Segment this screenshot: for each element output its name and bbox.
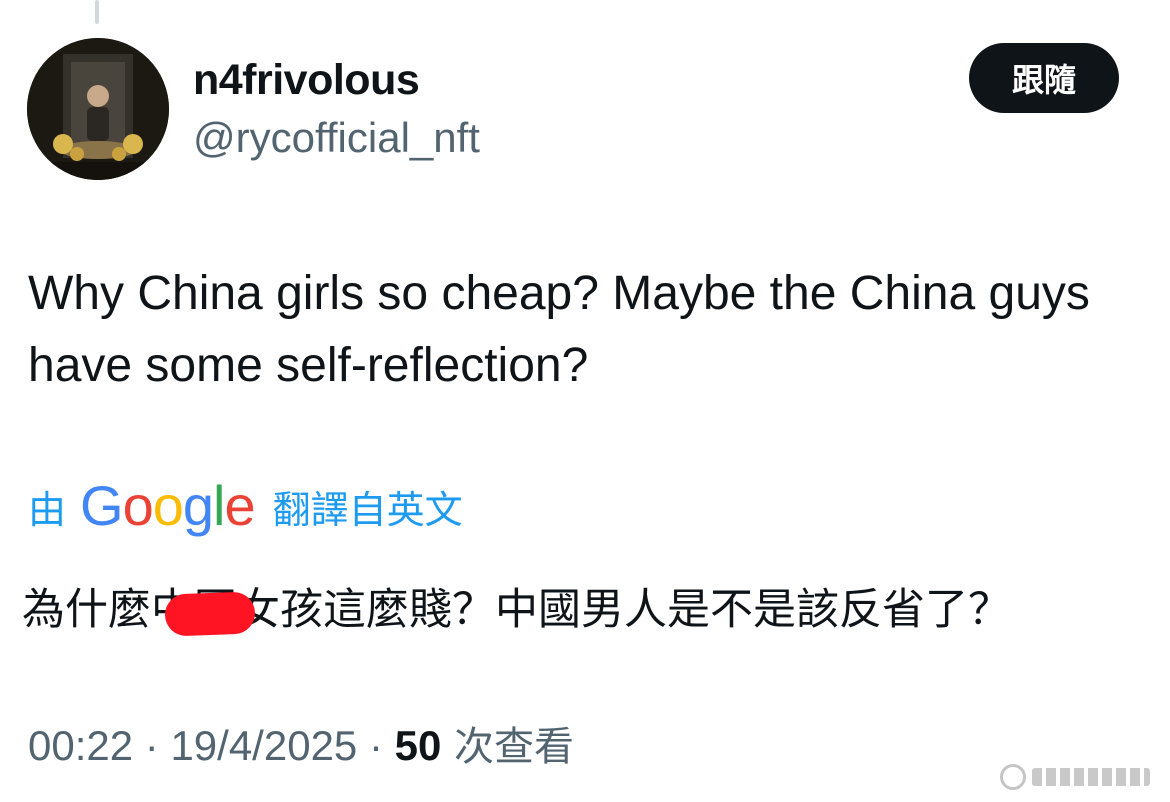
- meta-separator: ·: [357, 722, 395, 769]
- google-logo-letter: o: [152, 474, 184, 537]
- tweet-meta: 00:22 · 19/4/2025 · 50 次查看: [28, 714, 574, 772]
- google-logo-letter: l: [213, 474, 225, 537]
- tweet-time[interactable]: 00:22: [28, 722, 133, 770]
- google-logo-letter: g: [182, 474, 214, 537]
- author-display-name[interactable]: n4frivolous: [193, 56, 420, 105]
- google-logo-letter: o: [122, 474, 154, 537]
- tweet-text: Why China girls so cheap? Maybe the Chin…: [28, 267, 1090, 392]
- avatar[interactable]: [27, 38, 169, 180]
- watermark-bar: [1032, 768, 1150, 786]
- google-logo: Google: [80, 478, 256, 534]
- thread-connector-line: [95, 0, 99, 24]
- google-logo-letter: e: [224, 474, 256, 537]
- watermark-circle-icon: [1000, 764, 1026, 790]
- watermark: [1000, 764, 1150, 790]
- google-logo-letter: G: [80, 474, 124, 537]
- translation-attribution[interactable]: 由 Google 翻譯自英文: [28, 476, 463, 536]
- translation-prefix: 由: [28, 487, 67, 532]
- follow-button[interactable]: 跟隨: [969, 43, 1119, 113]
- avatar-image: [27, 38, 169, 180]
- meta-separator: ·: [133, 722, 171, 769]
- views-label: 次查看: [441, 724, 575, 770]
- redaction-mark: [164, 591, 256, 637]
- views-count: 50: [394, 722, 442, 769]
- author-handle[interactable]: @rycofficial_nft: [193, 114, 480, 162]
- translation-suffix: 翻譯自英文: [272, 487, 463, 532]
- tweet-date[interactable]: 19/4/2025: [170, 722, 357, 770]
